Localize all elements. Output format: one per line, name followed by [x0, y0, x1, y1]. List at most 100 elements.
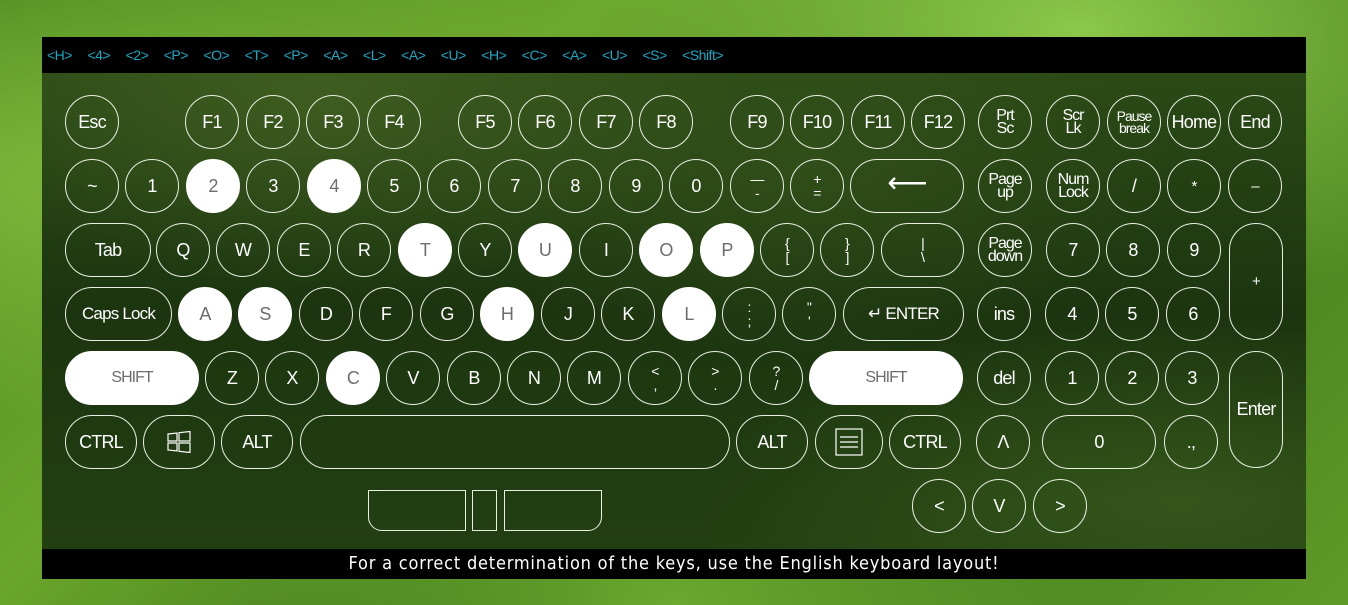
left-alt-key[interactable]: ALT	[221, 415, 293, 469]
w-key[interactable]: W	[216, 223, 270, 277]
f-key[interactable]: F	[359, 287, 413, 341]
y-key[interactable]: Y	[458, 223, 512, 277]
esc-key[interactable]: Esc	[65, 95, 119, 149]
t-key[interactable]: T	[398, 223, 452, 277]
l-key[interactable]: L	[662, 287, 716, 341]
k-key[interactable]: K	[601, 287, 655, 341]
slash-key[interactable]: ? /	[749, 351, 803, 405]
equals-key[interactable]: + =	[790, 159, 844, 213]
f12-key[interactable]: F12	[911, 95, 965, 149]
digit-8-key[interactable]: 8	[548, 159, 602, 213]
g-key[interactable]: G	[420, 287, 474, 341]
numpad-1-key[interactable]: 1	[1045, 351, 1099, 405]
pause-key[interactable]: Pause break	[1107, 95, 1161, 149]
f4-key[interactable]: F4	[367, 95, 421, 149]
i-key[interactable]: I	[579, 223, 633, 277]
f8-key[interactable]: F8	[639, 95, 693, 149]
pagedown-key[interactable]: Page down	[978, 223, 1032, 277]
a-key[interactable]: A	[178, 287, 232, 341]
numpad-5-key[interactable]: 5	[1105, 287, 1159, 341]
digit-9-key[interactable]: 9	[609, 159, 663, 213]
numpad-2-key[interactable]: 2	[1105, 351, 1159, 405]
windows-key[interactable]	[143, 415, 215, 469]
arrow-right-key[interactable]: >	[1033, 479, 1087, 533]
s-key[interactable]: S	[238, 287, 292, 341]
numpad-plus-key[interactable]: +	[1229, 223, 1283, 340]
digit-1-key[interactable]: 1	[125, 159, 179, 213]
r-key[interactable]: R	[337, 223, 391, 277]
numlock-key[interactable]: Num Lock	[1046, 159, 1100, 213]
caps-lock-key[interactable]: Caps Lock	[65, 287, 172, 341]
numpad-9-key[interactable]: 9	[1167, 223, 1221, 277]
f1-key[interactable]: F1	[185, 95, 239, 149]
arrow-left-key[interactable]: <	[912, 479, 966, 533]
f5-key[interactable]: F5	[458, 95, 512, 149]
enter-key[interactable]: ↵ ENTER	[843, 287, 964, 341]
period-key[interactable]: >.	[688, 351, 742, 405]
backslash-key[interactable]: | \	[881, 223, 964, 277]
arrow-down-key[interactable]: V	[972, 479, 1026, 533]
digit-4-key[interactable]: 4	[307, 159, 361, 213]
scrlk-key[interactable]: Scr Lk	[1046, 95, 1100, 149]
semicolon-key[interactable]: :;	[722, 287, 776, 341]
numpad-7-key[interactable]: 7	[1046, 223, 1100, 277]
numpad-4-key[interactable]: 4	[1045, 287, 1099, 341]
prtsc-key[interactable]: Prt Sc	[978, 95, 1032, 149]
right-alt-key[interactable]: ALT	[736, 415, 808, 469]
backspace-key[interactable]: ⟵	[850, 159, 964, 213]
f9-key[interactable]: F9	[730, 95, 784, 149]
right-mouse-button[interactable]	[504, 490, 602, 531]
h-key[interactable]: H	[480, 287, 534, 341]
left-ctrl-key[interactable]: CTRL	[65, 415, 137, 469]
mouse-wheel[interactable]	[472, 490, 497, 531]
digit-0-key[interactable]: 0	[669, 159, 723, 213]
numpad-multiply-key[interactable]: *	[1167, 159, 1221, 213]
f2-key[interactable]: F2	[246, 95, 300, 149]
right-ctrl-key[interactable]: CTRL	[889, 415, 961, 469]
digit-2-key[interactable]: 2	[186, 159, 240, 213]
spacebar-key[interactable]	[300, 415, 730, 469]
ins-key[interactable]: ins	[977, 287, 1031, 341]
numpad-minus-key[interactable]: –	[1228, 159, 1282, 213]
digit-5-key[interactable]: 5	[367, 159, 421, 213]
left-shift-key[interactable]: SHIFT	[65, 351, 199, 405]
numpad-decimal-key[interactable]: .,	[1164, 415, 1218, 469]
quote-key[interactable]: " '	[782, 287, 836, 341]
numpad-0-key[interactable]: 0	[1042, 415, 1156, 469]
del-key[interactable]: del	[977, 351, 1031, 405]
tilde-key[interactable]: ~	[65, 159, 119, 213]
digit-6-key[interactable]: 6	[427, 159, 481, 213]
f10-key[interactable]: F10	[790, 95, 844, 149]
m-key[interactable]: M	[567, 351, 621, 405]
end-key[interactable]: End	[1228, 95, 1282, 149]
home-key[interactable]: Home	[1167, 95, 1221, 149]
numpad-6-key[interactable]: 6	[1166, 287, 1220, 341]
f3-key[interactable]: F3	[306, 95, 360, 149]
numpad-3-key[interactable]: 3	[1165, 351, 1219, 405]
f7-key[interactable]: F7	[579, 95, 633, 149]
numpad-8-key[interactable]: 8	[1106, 223, 1160, 277]
right-shift-key[interactable]: SHIFT	[809, 351, 963, 405]
e-key[interactable]: E	[277, 223, 331, 277]
arrow-up-key[interactable]: Λ	[976, 415, 1030, 469]
f11-key[interactable]: F11	[851, 95, 905, 149]
left-mouse-button[interactable]	[368, 490, 466, 531]
left-bracket-key[interactable]: {[	[760, 223, 814, 277]
digit-3-key[interactable]: 3	[246, 159, 300, 213]
right-bracket-key[interactable]: }]	[820, 223, 874, 277]
minus-key[interactable]: — -	[730, 159, 784, 213]
tab-key[interactable]: Tab	[65, 223, 151, 277]
q-key[interactable]: Q	[156, 223, 210, 277]
numpad-divide-key[interactable]: /	[1107, 159, 1161, 213]
digit-7-key[interactable]: 7	[488, 159, 542, 213]
x-key[interactable]: X	[265, 351, 319, 405]
o-key[interactable]: O	[639, 223, 693, 277]
j-key[interactable]: J	[541, 287, 595, 341]
n-key[interactable]: N	[507, 351, 561, 405]
b-key[interactable]: B	[447, 351, 501, 405]
c-key[interactable]: C	[326, 351, 380, 405]
p-key[interactable]: P	[700, 223, 754, 277]
z-key[interactable]: Z	[205, 351, 259, 405]
comma-key[interactable]: <,	[628, 351, 682, 405]
f6-key[interactable]: F6	[518, 95, 572, 149]
